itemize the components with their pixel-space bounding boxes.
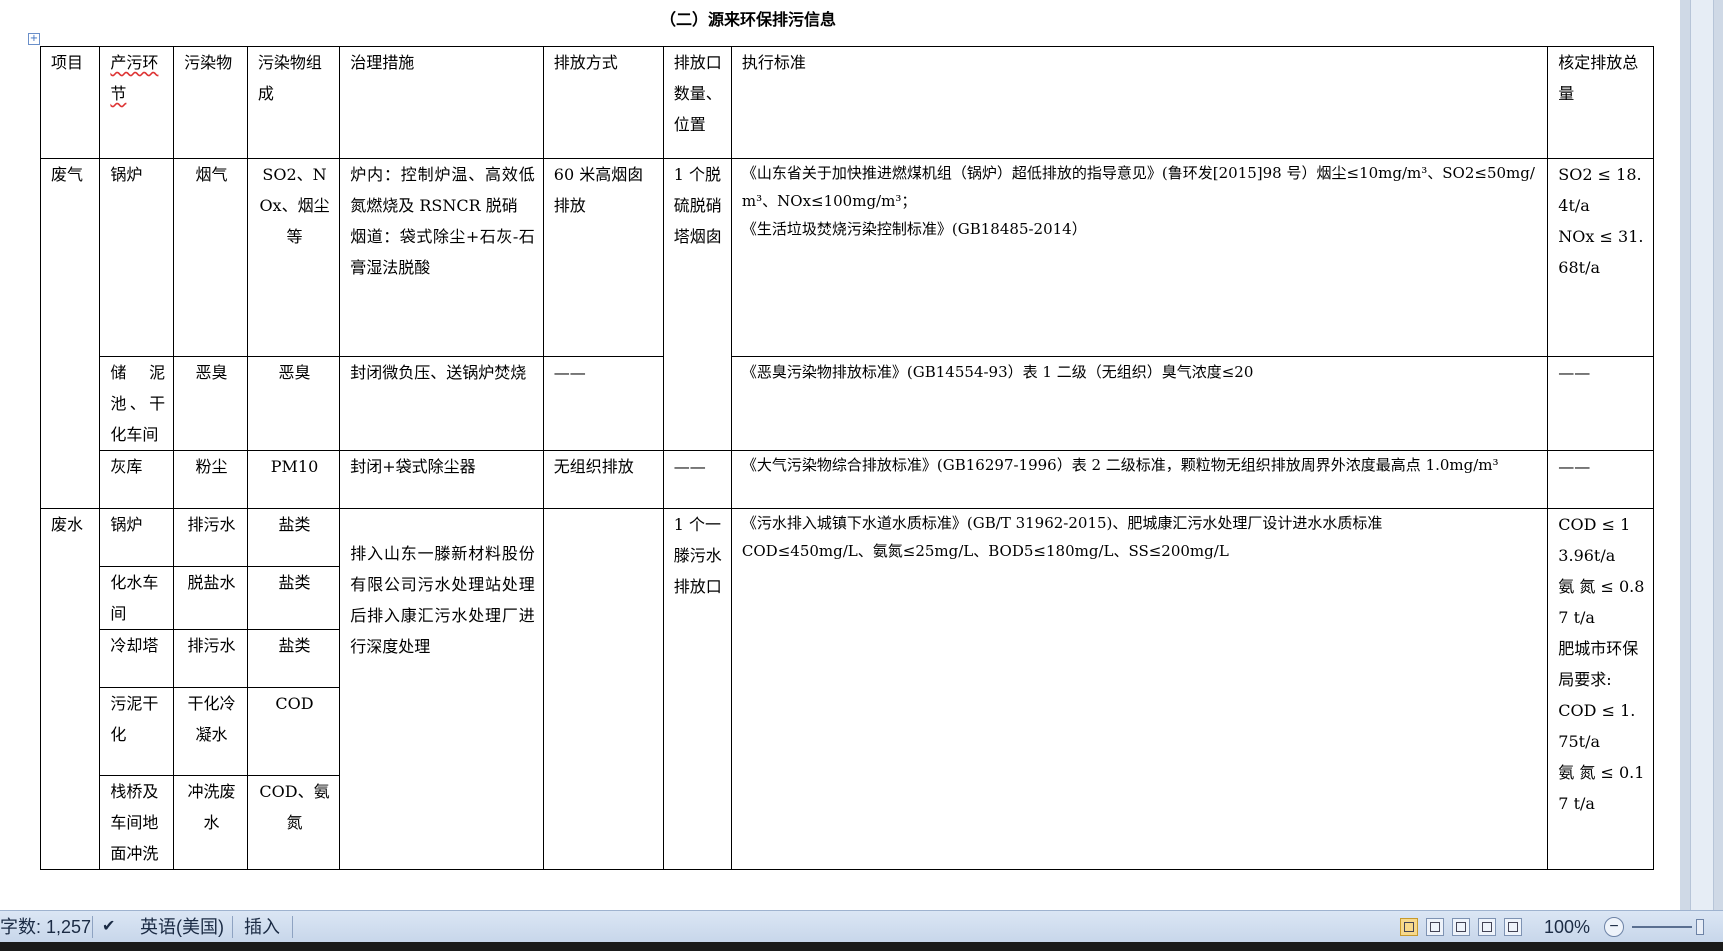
total-line: COD ≤ 13.96t/a (1558, 515, 1631, 565)
status-divider (232, 916, 233, 938)
composition-cell[interactable]: 盐类 (246, 629, 341, 688)
measure-cell[interactable]: 封闭+袋式除尘器 (339, 450, 544, 509)
table-row: 储泥池、干化车间 恶臭 恶臭 封闭微负压、送锅炉焚烧 —— 《恶臭污染物排放标准… (41, 356, 1654, 451)
table-row: 废水 锅炉 排污水 盐类 排入山东一滕新材料股份有限公司污水处理站处理后排入康汇… (39, 508, 1654, 870)
emission-table: 项目 产污环节 污染物 污染物组成 治理措施 排放方式 排放口数量、位置 执行标… (39, 46, 1654, 870)
stage-cell[interactable]: 冷却塔 (99, 629, 175, 688)
category-cell[interactable]: 废气 (39, 158, 101, 509)
composition-cell[interactable]: COD、氨氮 (246, 775, 341, 870)
stage-cell[interactable]: 污泥干化 (99, 687, 175, 776)
print-layout-view-icon[interactable] (1400, 918, 1418, 936)
stage-cell[interactable]: 化水车间 (99, 566, 175, 630)
total-line: 氨 氮 ≤ 0.87 t/a (1558, 577, 1645, 627)
header-cell[interactable]: 排放口数量、位置 (662, 46, 732, 159)
header-cell[interactable]: 产污环节 (99, 46, 175, 159)
composition-cell[interactable]: PM10 (246, 450, 341, 509)
stage-cell[interactable]: 灰库 (99, 450, 175, 509)
total-line: NOx ≤ 31.68t/a (1558, 227, 1644, 277)
zoom-slider-thumb[interactable] (1696, 919, 1704, 935)
total-line: COD ≤ 1.75t/a (1558, 701, 1636, 751)
composition-cell[interactable]: 盐类 (246, 566, 341, 630)
total-line: 氨 氮 ≤ 0.17 t/a (1558, 763, 1645, 813)
pollutant-cell[interactable]: 冲洗废水 (173, 775, 248, 870)
zoom-slider-track[interactable] (1632, 926, 1692, 928)
table-move-handle-icon[interactable]: + (28, 33, 40, 45)
header-text: 产污环节 (110, 53, 159, 103)
outline-view-icon[interactable] (1478, 918, 1496, 936)
pollutant-cell[interactable]: 排污水 (173, 508, 248, 567)
standard-line: 《生活垃圾焚烧污染控制标准》(GB18485-2014） (741, 220, 1087, 238)
composition-cell[interactable]: SO2、NOx、烟尘等 (246, 158, 341, 357)
stage-cell[interactable]: 栈桥及车间地面冲洗 (99, 775, 175, 870)
header-cell[interactable]: 污染物组成 (246, 46, 341, 159)
zoom-level[interactable]: 100% (1544, 911, 1590, 943)
header-cell[interactable]: 核定排放总量 (1547, 46, 1654, 159)
standard-line: COD≤450mg/L、氨氮≤25mg/L、BOD5≤180mg/L、SS≤20… (741, 542, 1229, 560)
table-header-row: 项目 产污环节 污染物 污染物组成 治理措施 排放方式 排放口数量、位置 执行标… (39, 46, 1654, 159)
total-cell[interactable]: —— (1547, 450, 1654, 509)
draft-view-icon[interactable] (1504, 918, 1522, 936)
pollutant-cell[interactable]: 排污水 (173, 629, 248, 688)
discharge-cell[interactable] (542, 508, 664, 870)
outlet-cell[interactable]: —— (662, 450, 732, 509)
header-cell[interactable]: 治理措施 (339, 46, 544, 159)
outlet-cell[interactable]: 1 个脱硫脱硝塔烟囱 (662, 158, 732, 451)
web-layout-view-icon[interactable] (1452, 918, 1470, 936)
total-cell[interactable]: SO2 ≤ 18.4t/a NOx ≤ 31.68t/a (1547, 158, 1654, 357)
pollutant-cell[interactable]: 粉尘 (173, 450, 248, 509)
total-cell[interactable]: —— (1547, 356, 1654, 451)
stage-cell[interactable]: 储泥池、干化车间 (99, 356, 175, 451)
composition-cell[interactable]: COD (246, 687, 341, 776)
header-cell[interactable]: 项目 (39, 46, 101, 159)
pollutant-cell[interactable]: 脱盐水 (173, 566, 248, 630)
status-divider (292, 916, 293, 938)
measure-cell[interactable]: 封闭微负压、送锅炉焚烧 (339, 356, 544, 451)
standard-cell[interactable]: 《山东省关于加快推进燃煤机组（锅炉）超低排放的指导意见》(鲁环发[2015]98… (730, 158, 1549, 357)
header-cell[interactable]: 执行标准 (730, 46, 1549, 159)
table-row: 废气 锅炉 烟气 SO2、NOx、烟尘等 炉内：控制炉温、高效低氮燃烧及 RSN… (39, 158, 1654, 509)
stage-cell[interactable]: 锅炉 (99, 158, 175, 357)
status-divider (92, 916, 93, 938)
spellcheck-icon[interactable]: ✔ (102, 911, 115, 943)
insert-mode-indicator[interactable]: 插入 (244, 911, 280, 943)
word-count[interactable]: 字数: 1,257 (0, 911, 91, 943)
standard-line: 《污水排入城镇下水道水质标准》(GB/T 31962-2015)、肥城康汇污水处… (741, 514, 1383, 532)
stage-cell[interactable]: 锅炉 (99, 508, 175, 567)
composition-cell[interactable]: 恶臭 (246, 356, 341, 451)
standard-cell[interactable]: 《恶臭污染物排放标准》(GB14554-93）表 1 二级（无组织）臭气浓度≤2… (730, 356, 1549, 451)
measure-line: 炉内：控制炉温、高效低氮燃烧及 RSNCR 脱硝 (350, 165, 535, 215)
pollutant-cell[interactable]: 烟气 (173, 158, 248, 357)
status-bar: 字数: 1,257 ✔ 英语(美国) 插入 100% − (0, 910, 1723, 943)
total-cell[interactable]: COD ≤ 13.96t/a 氨 氮 ≤ 0.87 t/a 肥城市环保局要求: … (1547, 508, 1654, 870)
measure-cell[interactable]: 排入山东一滕新材料股份有限公司污水处理站处理后排入康汇污水处理厂进行深度处理 (339, 508, 544, 870)
measure-line: 烟道：袋式除尘+石灰-石膏湿法脱酸 (350, 227, 535, 277)
header-cell[interactable]: 污染物 (173, 46, 248, 159)
reading-view-icon[interactable] (1426, 918, 1444, 936)
discharge-cell[interactable]: —— (542, 356, 664, 451)
section-title: （二）源来环保排污信息 (660, 10, 837, 29)
vertical-scrollbar[interactable] (1680, 0, 1723, 910)
standard-cell[interactable]: 《污水排入城镇下水道水质标准》(GB/T 31962-2015)、肥城康汇污水处… (730, 508, 1549, 870)
total-line: 肥城市环保局要求: (1558, 639, 1639, 689)
taskbar-edge (0, 942, 1723, 951)
scrollbar-track[interactable] (1690, 0, 1714, 910)
discharge-cell[interactable]: 无组织排放 (542, 450, 664, 509)
outlet-cell[interactable]: 1 个一滕污水排放口 (662, 508, 732, 870)
discharge-cell[interactable]: 60 米高烟囱排放 (542, 158, 664, 357)
pollutant-cell[interactable]: 干化冷凝水 (173, 687, 248, 776)
category-cell[interactable]: 废水 (39, 508, 101, 870)
standard-line: 《山东省关于加快推进燃煤机组（锅炉）超低排放的指导意见》(鲁环发[2015]98… (741, 164, 1535, 210)
zoom-out-icon[interactable]: − (1604, 917, 1624, 937)
language-indicator[interactable]: 英语(美国) (140, 911, 224, 943)
header-cell[interactable]: 排放方式 (542, 46, 664, 159)
pollutant-cell[interactable]: 恶臭 (173, 356, 248, 451)
table-row: 灰库 粉尘 PM10 封闭+袋式除尘器 无组织排放 —— 《大气污染物综合排放标… (41, 450, 1654, 509)
total-line: SO2 ≤ 18.4t/a (1558, 165, 1642, 215)
composition-cell[interactable]: 盐类 (246, 508, 341, 567)
measure-cell[interactable]: 炉内：控制炉温、高效低氮燃烧及 RSNCR 脱硝 烟道：袋式除尘+石灰-石膏湿法… (339, 158, 544, 357)
document-page[interactable]: （二）源来环保排污信息 + 项目 产污环节 污染物 污染物组成 治理措施 排放方… (0, 0, 1680, 910)
standard-cell[interactable]: 《大气污染物综合排放标准》(GB16297-1996）表 2 二级标准，颗粒物无… (730, 450, 1549, 509)
